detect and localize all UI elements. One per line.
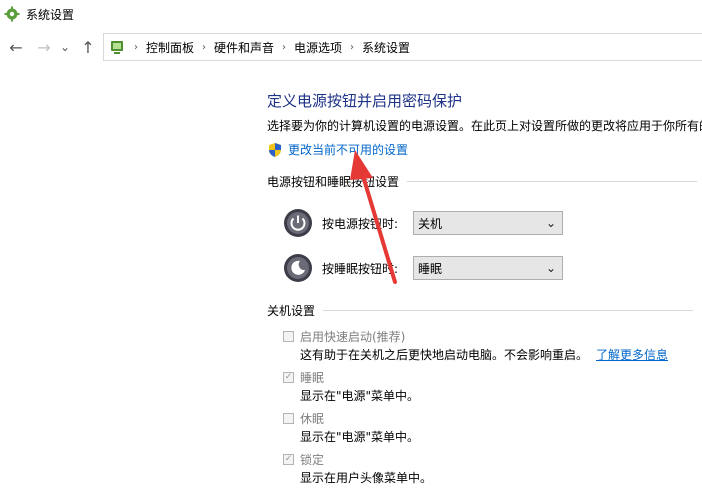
navigation-bar: ← → ⌄ ↑ › 控制面板 › 硬件和声音 › 电源选项 › 系统设置: [0, 33, 702, 63]
address-bar[interactable]: › 控制面板 › 硬件和声音 › 电源选项 › 系统设置: [103, 33, 702, 61]
hibernate-option-description: 显示在"电源"菜单中。: [300, 429, 420, 444]
page-description: 选择要为你的计算机设置的电源设置。在此页上对设置所做的更改将应用于你所有的: [267, 119, 702, 133]
fast-startup-checkbox[interactable]: [283, 330, 294, 342]
group-divider: [407, 180, 698, 182]
lock-checkbox[interactable]: ✓: [283, 453, 294, 465]
sleep-option[interactable]: ✓ 睡眠: [283, 368, 324, 386]
breadcrumb-system-settings[interactable]: 系统设置: [362, 39, 410, 56]
window-title: 系统设置: [26, 7, 75, 22]
system-settings-icon: [4, 6, 20, 22]
uac-shield-icon: [269, 142, 281, 157]
breadcrumb-separator: ›: [202, 41, 207, 53]
change-settings-link-text[interactable]: 更改当前不可用的设置: [288, 141, 408, 158]
breadcrumb-separator: ›: [350, 41, 355, 53]
fast-startup-label: 启用快速启动(推荐): [300, 329, 406, 344]
breadcrumb-hardware-sound[interactable]: 硬件和声音: [214, 39, 274, 56]
sleep-button-action-select[interactable]: 睡眠 ⌄: [413, 256, 563, 280]
breadcrumb-separator: ›: [134, 41, 138, 53]
lock-option[interactable]: ✓ 锁定: [283, 450, 324, 468]
lock-option-description: 显示在用户头像菜单中。: [300, 470, 433, 485]
sleep-button-label: 按睡眠按钮时:: [322, 261, 399, 276]
sleep-button-icon: [284, 254, 312, 282]
group-divider: [323, 309, 694, 311]
power-button-row: 按电源按钮时: 关机 ⌄: [283, 208, 563, 238]
fast-startup-description: 这有助于在关机之后更快地启动电脑。不会影响重启。 了解更多信息: [300, 346, 668, 362]
recent-locations-chevron-icon[interactable]: ⌄: [58, 37, 72, 57]
breadcrumb-power-options[interactable]: 电源选项: [294, 39, 342, 56]
power-button-action-value: 关机: [418, 216, 443, 231]
title-bar: 系统设置: [0, 0, 702, 28]
page-title: 定义电源按钮并启用密码保护: [267, 92, 463, 110]
annotation-arrow-icon: [350, 150, 397, 284]
power-button-icon: [284, 209, 312, 237]
forward-arrow-icon[interactable]: →: [34, 37, 54, 57]
control-panel-icon: [111, 41, 123, 54]
back-arrow-icon[interactable]: ←: [6, 37, 26, 57]
chevron-down-icon: ⌄: [545, 261, 556, 275]
breadcrumb-control-panel[interactable]: 控制面板: [146, 39, 194, 56]
chevron-down-icon: ⌄: [545, 216, 556, 230]
breadcrumb-separator: ›: [282, 41, 287, 53]
power-buttons-group-header: 电源按钮和睡眠按钮设置: [267, 173, 698, 189]
up-arrow-icon[interactable]: ↑: [78, 37, 98, 57]
shutdown-group-header: 关机设置: [267, 302, 694, 318]
learn-more-link[interactable]: 了解更多信息: [596, 346, 668, 363]
lock-option-label: 锁定: [300, 452, 325, 467]
fast-startup-option[interactable]: 启用快速启动(推荐): [283, 327, 405, 345]
power-buttons-group-title: 电源按钮和睡眠按钮设置: [267, 174, 400, 189]
hibernate-option[interactable]: 休眠: [283, 409, 324, 427]
change-unavailable-settings-link[interactable]: 更改当前不可用的设置: [267, 141, 408, 158]
sleep-button-action-value: 睡眠: [418, 261, 443, 276]
hibernate-option-label: 休眠: [300, 411, 325, 426]
fast-startup-description-text: 这有助于在关机之后更快地启动电脑。不会影响重启。: [300, 347, 589, 362]
power-button-label: 按电源按钮时:: [322, 216, 399, 231]
sleep-button-row: 按睡眠按钮时: 睡眠 ⌄: [283, 253, 563, 283]
shutdown-group-title: 关机设置: [267, 303, 316, 318]
sleep-checkbox[interactable]: ✓: [283, 371, 294, 383]
sleep-option-description: 显示在"电源"菜单中。: [300, 388, 420, 403]
power-button-action-select[interactable]: 关机 ⌄: [413, 211, 563, 235]
hibernate-checkbox[interactable]: [283, 412, 294, 424]
sleep-option-label: 睡眠: [300, 370, 325, 385]
